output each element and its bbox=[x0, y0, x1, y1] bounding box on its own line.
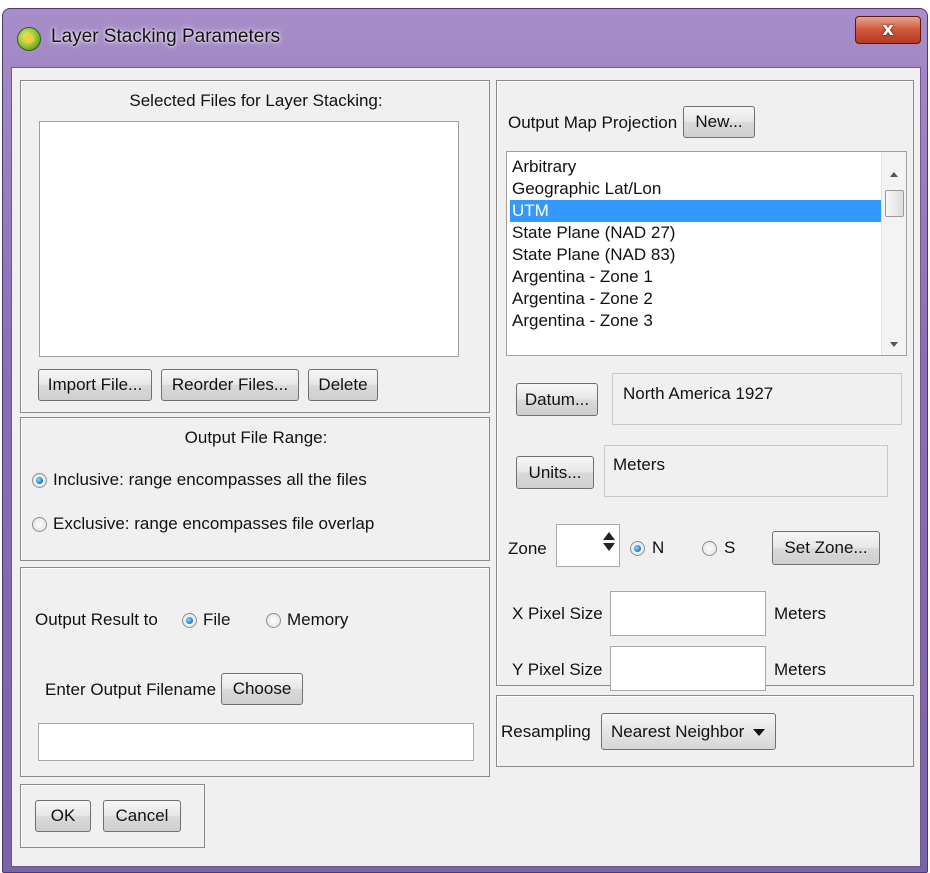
reorder-files-button[interactable]: Reorder Files... bbox=[161, 369, 299, 401]
y-pixel-size-input[interactable] bbox=[610, 646, 766, 691]
selected-files-heading: Selected Files for Layer Stacking: bbox=[129, 91, 383, 110]
dropdown-arrow-icon bbox=[753, 729, 765, 736]
units-value-box: Meters bbox=[604, 445, 888, 497]
projection-list-item[interactable]: UTM bbox=[510, 200, 882, 222]
delete-button[interactable]: Delete bbox=[308, 369, 378, 401]
exclusive-radio[interactable] bbox=[32, 517, 47, 532]
output-range-group: Output File Range: Inclusive: range enco… bbox=[20, 417, 490, 561]
cancel-button[interactable]: Cancel bbox=[103, 800, 181, 832]
datum-button[interactable]: Datum... bbox=[516, 383, 598, 416]
dialog-body: Selected Files for Layer Stacking: Impor… bbox=[11, 67, 921, 867]
scroll-thumb[interactable] bbox=[885, 190, 904, 217]
projection-list-item[interactable]: Arbitrary bbox=[510, 156, 882, 178]
output-filename-label: Enter Output Filename bbox=[45, 680, 217, 699]
units-value: Meters bbox=[613, 455, 665, 474]
hemisphere-s-radio[interactable] bbox=[702, 541, 717, 556]
y-pixel-size-label: Y Pixel Size bbox=[512, 660, 603, 679]
projection-list[interactable]: Arbitrary Geographic Lat/Lon UTM State Plan… bbox=[506, 151, 907, 356]
output-result-group: Output Result to File Memory Enter Outpu… bbox=[20, 567, 490, 777]
choose-button[interactable]: Choose bbox=[221, 673, 303, 705]
projection-list-item[interactable]: Argentina - Zone 1 bbox=[510, 266, 882, 288]
scroll-up-arrow-icon[interactable] bbox=[890, 172, 898, 177]
projection-list-item[interactable]: Argentina - Zone 2 bbox=[510, 288, 882, 310]
ok-button[interactable]: OK bbox=[35, 800, 91, 832]
selected-files-group: Selected Files for Layer Stacking: Impor… bbox=[20, 80, 490, 413]
hemisphere-s-label: S bbox=[724, 538, 736, 557]
action-buttons-group: OK Cancel bbox=[20, 784, 205, 848]
projection-group: Output Map Projection New... Arbitrary Ge… bbox=[496, 80, 914, 691]
spin-up-icon[interactable] bbox=[603, 532, 615, 540]
inclusive-radio[interactable] bbox=[32, 473, 47, 488]
spin-down-icon[interactable] bbox=[603, 543, 615, 551]
projection-list-item[interactable]: Argentina - Zone 3 bbox=[510, 310, 882, 332]
x-pixel-size-input[interactable] bbox=[610, 591, 766, 636]
resampling-label: Resampling bbox=[501, 722, 591, 741]
output-memory-label: Memory bbox=[287, 610, 349, 629]
datum-value: North America 1927 bbox=[623, 384, 774, 403]
hemisphere-n-radio[interactable] bbox=[630, 541, 645, 556]
set-zone-button[interactable]: Set Zone... bbox=[772, 531, 880, 565]
window-title: Layer Stacking Parameters bbox=[51, 26, 281, 47]
resampling-dropdown[interactable]: Nearest Neighbor bbox=[601, 713, 776, 750]
output-result-label: Output Result to bbox=[35, 610, 158, 629]
resampling-group: Resampling Nearest Neighbor bbox=[496, 695, 914, 767]
selected-files-list[interactable] bbox=[39, 121, 459, 357]
new-projection-button[interactable]: New... bbox=[683, 106, 755, 138]
zone-spinner[interactable] bbox=[556, 524, 620, 567]
units-button[interactable]: Units... bbox=[516, 456, 594, 489]
y-pixel-units: Meters bbox=[774, 660, 826, 679]
output-file-radio[interactable] bbox=[182, 613, 197, 628]
projection-list-scrollbar[interactable] bbox=[881, 152, 906, 355]
scroll-down-arrow-icon[interactable] bbox=[890, 342, 898, 347]
datum-value-box: North America 1927 bbox=[612, 373, 902, 425]
output-memory-radio[interactable] bbox=[266, 613, 281, 628]
inclusive-label: Inclusive: range encompasses all the fil… bbox=[53, 470, 367, 489]
exclusive-label: Exclusive: range encompasses file overla… bbox=[53, 514, 375, 533]
projection-list-item[interactable]: State Plane (NAD 27) bbox=[510, 222, 882, 244]
output-filename-input[interactable] bbox=[38, 723, 474, 761]
import-file-button[interactable]: Import File... bbox=[38, 369, 152, 401]
projection-list-item[interactable]: State Plane (NAD 83) bbox=[510, 244, 882, 266]
app-globe-icon bbox=[17, 27, 41, 51]
title-bar[interactable]: Layer Stacking Parameters x bbox=[3, 9, 927, 67]
projection-list-item[interactable]: Geographic Lat/Lon bbox=[510, 178, 882, 200]
projection-label: Output Map Projection bbox=[508, 113, 678, 132]
output-range-heading: Output File Range: bbox=[184, 428, 328, 447]
x-pixel-units: Meters bbox=[774, 604, 826, 623]
close-button[interactable]: x bbox=[855, 16, 921, 44]
output-file-label: File bbox=[203, 610, 231, 629]
dialog-window: Layer Stacking Parameters x Selected Fil… bbox=[2, 8, 928, 873]
zone-label: Zone bbox=[508, 539, 547, 558]
resampling-value: Nearest Neighbor bbox=[611, 722, 745, 741]
hemisphere-n-label: N bbox=[652, 538, 665, 557]
x-pixel-size-label: X Pixel Size bbox=[512, 604, 603, 623]
